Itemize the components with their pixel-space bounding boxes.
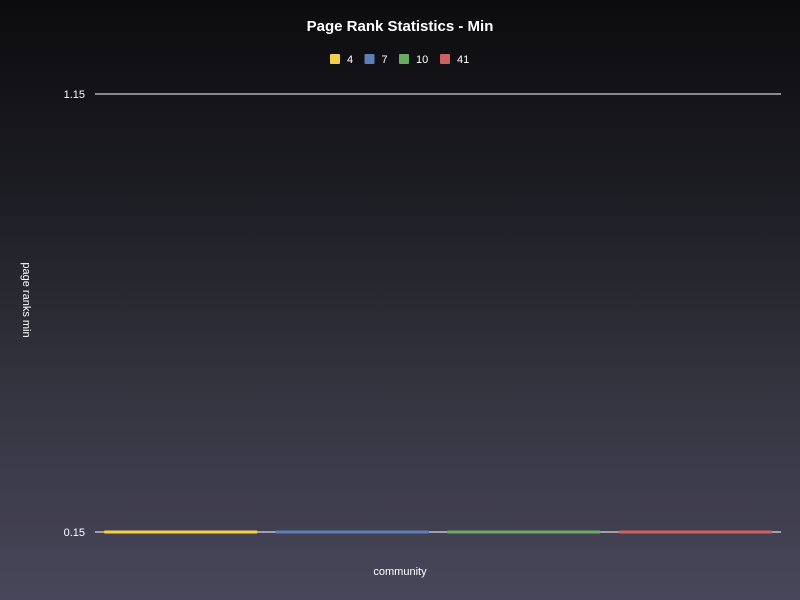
legend-swatch [364, 54, 375, 64]
legend-item: 41 [440, 54, 469, 66]
grid: 1.15 0.15 [64, 89, 781, 539]
bar [447, 530, 601, 534]
legend-swatch [399, 54, 409, 64]
legend-label: 7 [382, 54, 388, 66]
bar [275, 530, 429, 534]
legend-item: 10 [399, 54, 428, 66]
x-axis-label: community [373, 566, 427, 578]
chart: Page Rank Statistics - Min 4 7 10 41 1.15 0.… [20, 18, 781, 578]
bar [104, 530, 258, 534]
bar [618, 530, 772, 534]
legend: 4 7 10 41 [330, 54, 469, 66]
legend-item: 7 [364, 54, 388, 66]
legend-swatch [440, 54, 450, 64]
y-tick-label: 1.15 [64, 89, 85, 101]
legend-label: 41 [457, 54, 469, 66]
legend-swatch [330, 54, 340, 64]
y-tick-label: 0.15 [64, 527, 85, 539]
y-axis-label: page ranks min [20, 262, 32, 337]
chart-title: Page Rank Statistics - Min [307, 18, 494, 35]
legend-item: 4 [330, 54, 353, 66]
legend-label: 4 [347, 54, 353, 66]
legend-label: 10 [416, 54, 428, 66]
